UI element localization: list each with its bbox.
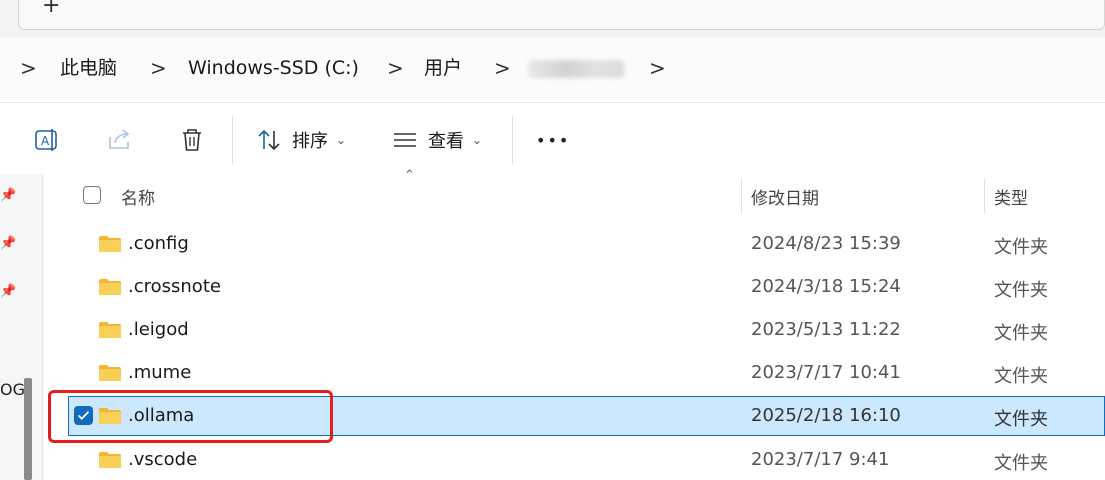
folder-icon	[99, 236, 121, 252]
file-name[interactable]: .mume	[128, 362, 191, 383]
nav-item-partial[interactable]: OG	[0, 380, 25, 399]
chevron-down-icon: ⌄	[472, 133, 483, 147]
pin-icon: 📌	[0, 236, 17, 251]
breadcrumb-item-username-redacted[interactable]	[528, 60, 624, 78]
breadcrumb-item-drive[interactable]: Windows-SSD (C:)	[188, 54, 359, 82]
select-all-checkbox[interactable]	[83, 186, 101, 204]
file-date: 2025/2/18 16:10	[751, 405, 901, 426]
file-name[interactable]: .crossnote	[128, 276, 221, 297]
rename-button[interactable]: A	[33, 124, 61, 156]
breadcrumb-separator-icon[interactable]: >	[494, 54, 511, 82]
trash-icon	[183, 129, 201, 151]
more-options-button[interactable]: •••	[536, 124, 570, 156]
sort-label: 排序	[292, 131, 328, 152]
list-view-icon	[394, 133, 416, 147]
file-name[interactable]: .config	[128, 233, 189, 254]
share-icon	[109, 129, 130, 149]
file-name[interactable]: .leigod	[128, 319, 189, 340]
chevron-down-icon: ⌄	[336, 133, 347, 147]
more-icon: •••	[536, 130, 571, 150]
toolbar-divider	[512, 116, 513, 164]
navigation-pane[interactable]	[0, 174, 43, 480]
toolbar-divider	[232, 116, 233, 164]
view-button[interactable]: 查看 ⌄	[392, 124, 482, 156]
sort-ascending-icon: ⌃	[404, 168, 415, 183]
new-tab-button[interactable]: +	[42, 0, 60, 18]
share-button[interactable]	[106, 124, 134, 156]
breadcrumb-separator-icon[interactable]: >	[649, 54, 666, 82]
breadcrumb-item-users[interactable]: 用户	[424, 54, 462, 82]
file-type: 文件夹	[994, 409, 1048, 430]
rename-icon: A	[35, 129, 57, 151]
column-header-date[interactable]: 修改日期	[751, 184, 819, 209]
folder-icon	[99, 365, 121, 381]
table-row[interactable]	[68, 353, 1105, 393]
folder-icon	[99, 322, 121, 338]
sort-button[interactable]: 排序 ⌄	[256, 124, 346, 156]
highlight-annotation-box	[48, 390, 333, 443]
file-date: 2024/8/23 15:39	[751, 233, 901, 254]
file-type: 文件夹	[994, 453, 1048, 474]
breadcrumb-item-this-pc[interactable]: 此电脑	[60, 54, 117, 82]
column-divider[interactable]	[741, 178, 742, 214]
file-date: 2023/5/13 11:22	[751, 319, 901, 340]
table-row[interactable]	[68, 310, 1105, 350]
pin-icon: 📌	[0, 284, 17, 299]
table-row[interactable]	[68, 224, 1105, 264]
file-date: 2023/7/17 9:41	[751, 449, 890, 470]
file-type: 文件夹	[994, 280, 1048, 301]
svg-text:A: A	[41, 134, 50, 148]
folder-icon	[99, 452, 121, 468]
delete-button[interactable]	[178, 124, 206, 156]
file-name[interactable]: .vscode	[128, 449, 197, 470]
column-header-row	[44, 174, 1105, 216]
file-type: 文件夹	[994, 366, 1048, 387]
current-tab[interactable]	[18, 0, 1105, 30]
breadcrumb-separator-icon[interactable]: >	[150, 54, 167, 82]
file-date: 2024/3/18 15:24	[751, 276, 901, 297]
column-header-name[interactable]: 名称	[121, 184, 155, 209]
column-divider[interactable]	[984, 178, 985, 214]
file-type: 文件夹	[994, 323, 1048, 344]
sort-icon	[258, 129, 280, 151]
file-type: 文件夹	[994, 237, 1048, 258]
tab-strip	[0, 0, 1105, 38]
table-row[interactable]	[68, 440, 1105, 480]
column-header-type[interactable]: 类型	[994, 184, 1028, 209]
view-label: 查看	[428, 131, 464, 152]
table-row[interactable]	[68, 267, 1105, 307]
folder-icon	[99, 279, 121, 295]
pin-icon: 📌	[0, 188, 17, 203]
nav-scrollbar[interactable]	[24, 378, 32, 480]
file-date: 2023/7/17 10:41	[751, 362, 901, 383]
breadcrumb-separator-icon[interactable]: >	[387, 54, 404, 82]
breadcrumb-separator-icon[interactable]: >	[20, 54, 37, 82]
